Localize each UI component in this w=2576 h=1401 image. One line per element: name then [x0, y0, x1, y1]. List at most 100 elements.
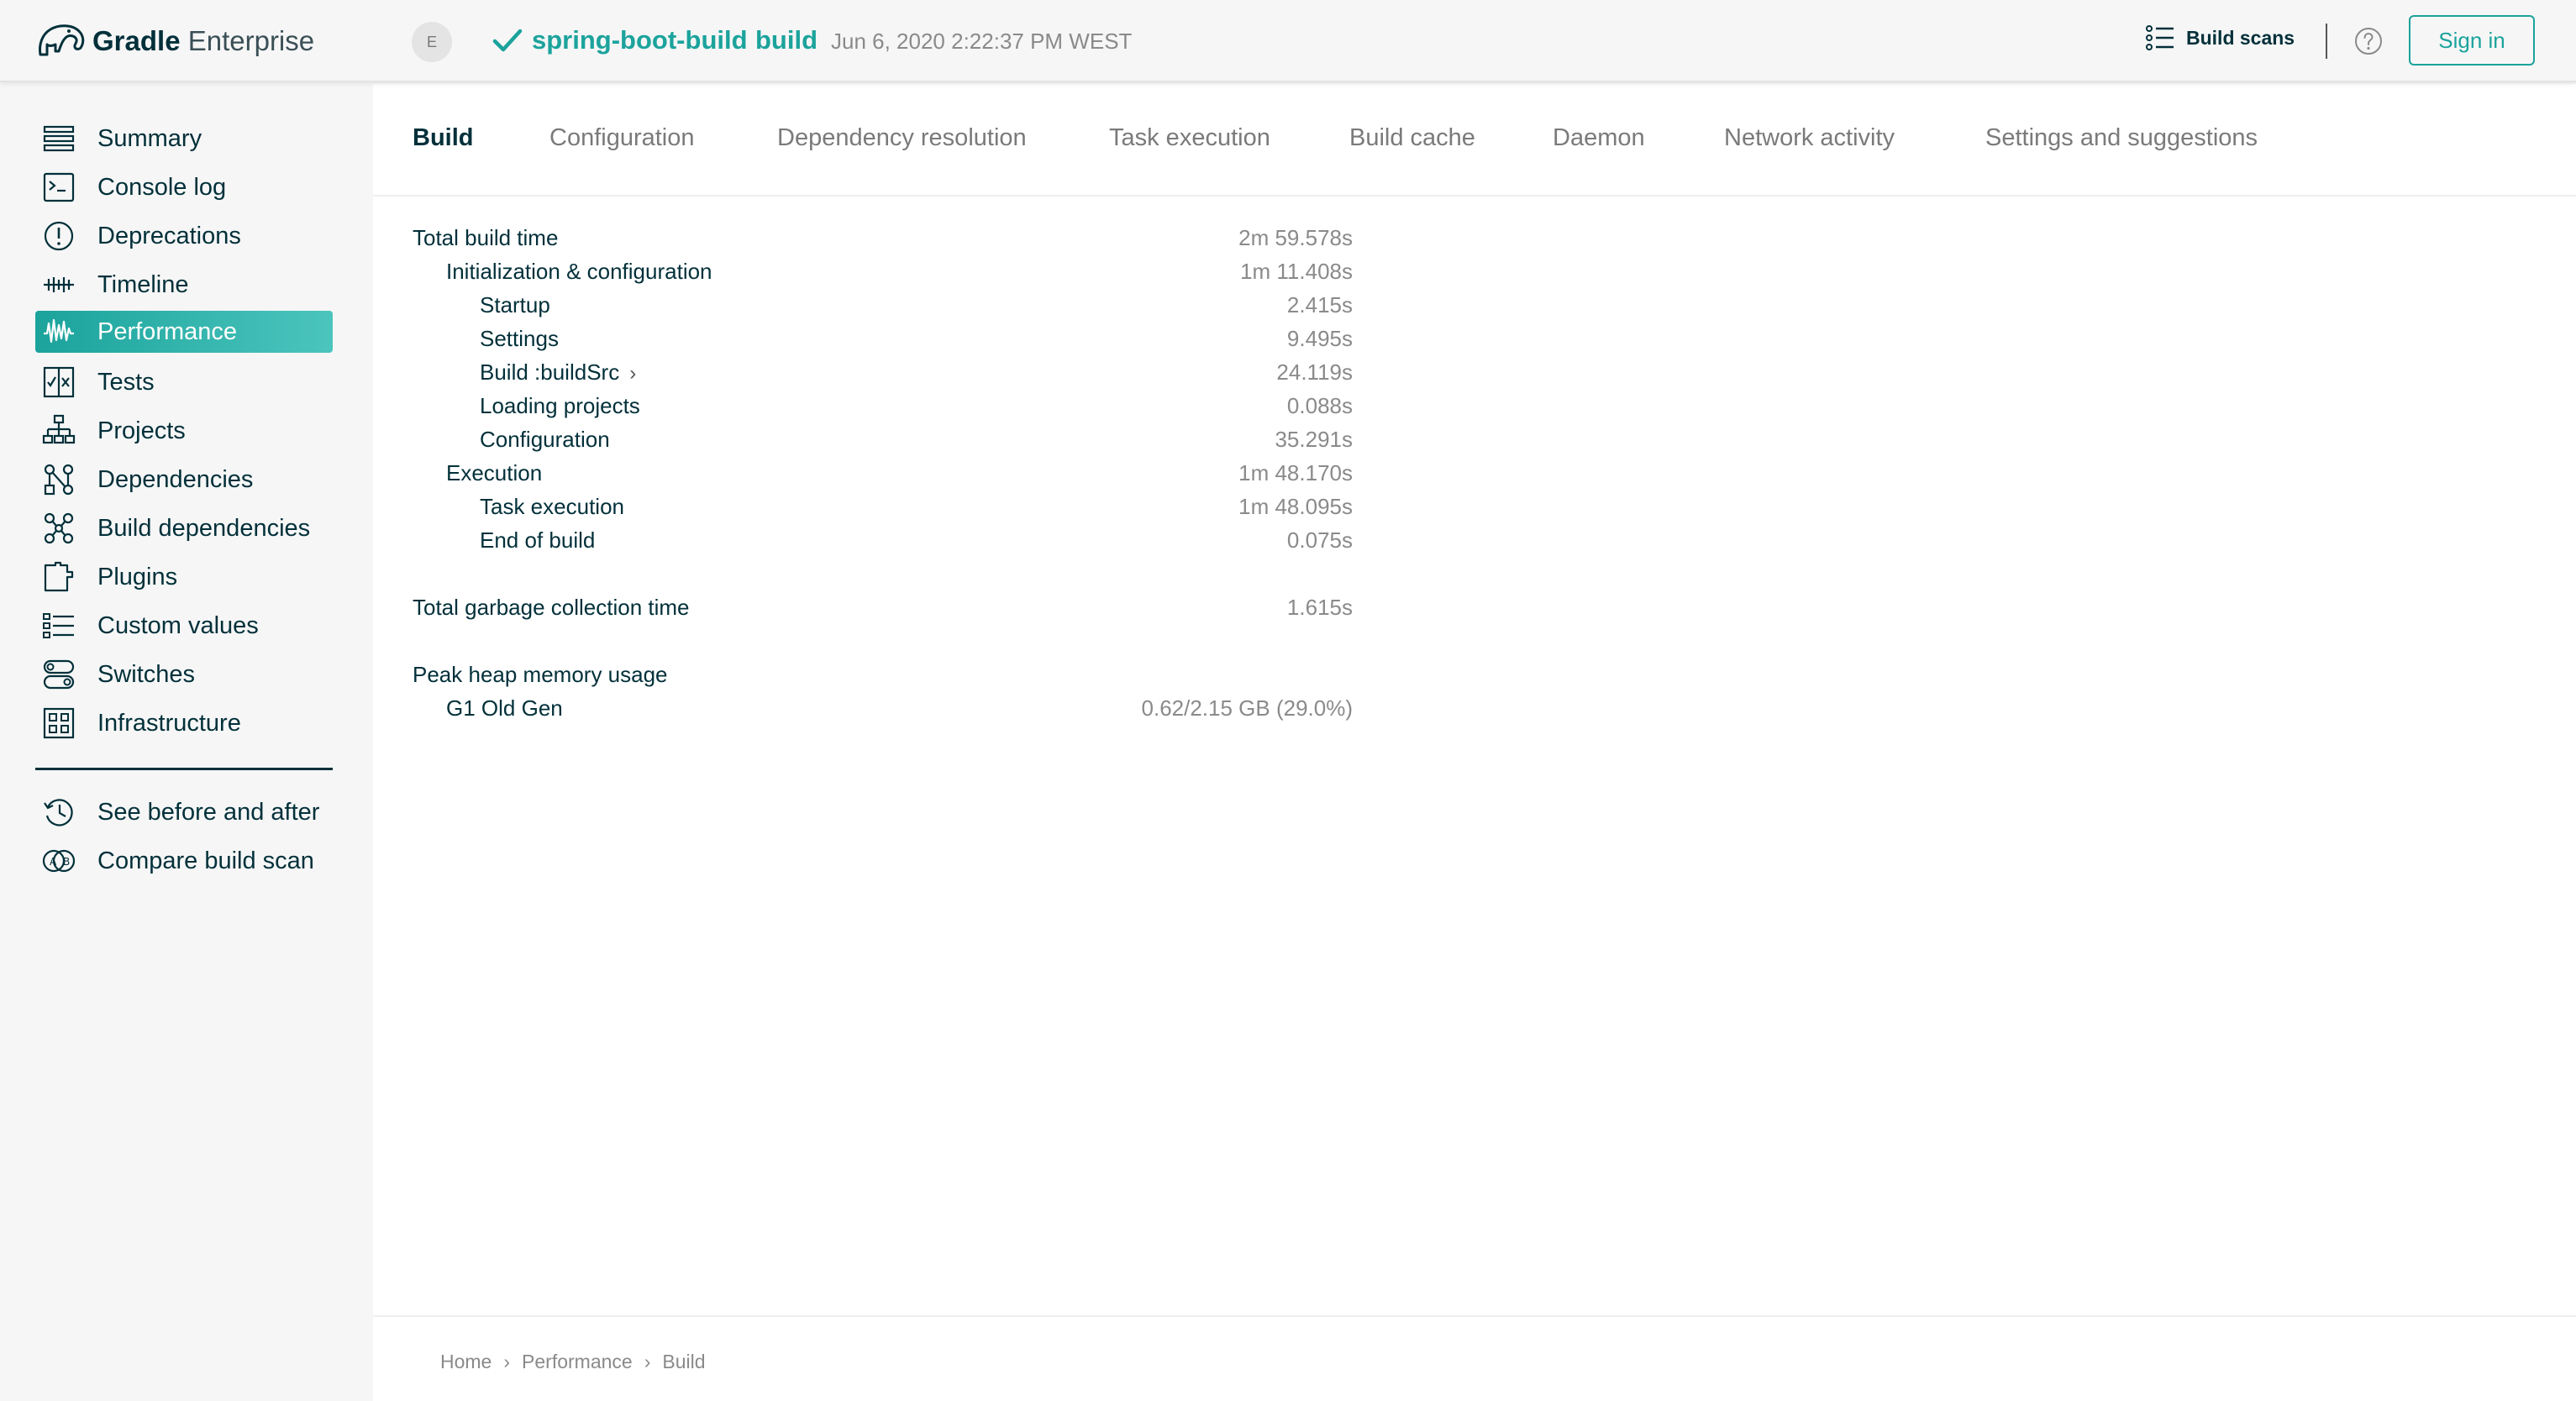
chevron-right-icon: ›: [629, 362, 637, 385]
sign-in-button[interactable]: Sign in: [2409, 15, 2535, 66]
metric-label-total-build-time: Total build time: [413, 225, 559, 250]
build-scans-label: Build scans: [2186, 26, 2295, 49]
sidebar-item-label: Summary: [97, 124, 202, 152]
tab-network-activity[interactable]: Network activity: [1724, 124, 1895, 152]
breadcrumb-separator: ›: [503, 1351, 511, 1372]
top-header: Gradle Enterprise E spring-boot-build bu…: [0, 0, 2576, 82]
metric-value-g1-old-gen: 0.62/2.15 GB (29.0%): [1141, 695, 1353, 721]
metric-value-total-build-time: 2m 59.578s: [1238, 225, 1353, 250]
list-icon: [2146, 25, 2174, 50]
sidebar-item-label: See before and after: [97, 798, 320, 826]
tab-build-cache[interactable]: Build cache: [1349, 124, 1475, 152]
projects-icon: [42, 414, 84, 448]
metric-value-gc-time: 1.615s: [1286, 595, 1353, 620]
logo-brand: Gradle: [92, 25, 181, 56]
sidebar-item-label: Projects: [97, 417, 186, 444]
sidebar-item-label: Console log: [97, 173, 227, 201]
sidebar-item-see-before-and-after[interactable]: See before and after: [35, 791, 333, 833]
metric-value-end-of-build: 0.075s: [1286, 527, 1353, 553]
sidebar-item-timeline[interactable]: Timeline: [35, 264, 333, 306]
build-scans-link[interactable]: Build scans: [2146, 25, 2295, 50]
sidebar-item-label: Dependencies: [97, 465, 254, 493]
sidebar-item-dependencies[interactable]: Dependencies: [35, 459, 333, 501]
help-icon[interactable]: [2354, 27, 2383, 55]
sidebar-item-label: Custom values: [97, 611, 259, 639]
metric-value-build-src: 24.119s: [1276, 359, 1353, 385]
sidebar-item-switches[interactable]: Switches: [35, 653, 333, 695]
switches-icon: [42, 658, 84, 691]
build-dependencies-icon: [42, 512, 84, 545]
sidebar-item-custom-values[interactable]: Custom values: [35, 605, 333, 647]
metric-label-g1-old-gen: G1 Old Gen: [446, 695, 563, 721]
metric-value-startup: 2.415s: [1286, 292, 1353, 317]
sidebar-divider: [35, 768, 333, 770]
user-avatar[interactable]: E: [412, 22, 452, 62]
sidebar-item-label: Build dependencies: [97, 514, 311, 542]
main-content: Build Configuration Dependency resolutio…: [373, 84, 2576, 1401]
sidebar-item-build-dependencies[interactable]: Build dependencies: [35, 507, 333, 549]
metric-label-build-src: Build :buildSrc: [480, 359, 620, 385]
sidebar: Summary Console log Deprecations Timelin…: [0, 84, 373, 1401]
project-name: spring-boot-build: [532, 25, 748, 55]
sidebar-item-label: Switches: [97, 660, 196, 688]
tab-settings-and-suggestions[interactable]: Settings and suggestions: [1985, 124, 2258, 152]
metric-value-execution: 1m 48.170s: [1238, 460, 1353, 485]
breadcrumb: Home › Performance › Build: [440, 1351, 706, 1373]
sidebar-item-infrastructure[interactable]: Infrastructure: [35, 702, 333, 744]
build-src-link[interactable]: Build :buildSrc ›: [480, 359, 636, 386]
custom-values-icon: [42, 609, 84, 643]
sidebar-item-performance[interactable]: Performance: [35, 311, 333, 353]
breadcrumb-performance[interactable]: Performance: [522, 1351, 633, 1372]
performance-icon: [42, 315, 84, 349]
sidebar-item-label: Tests: [97, 368, 155, 396]
tab-daemon[interactable]: Daemon: [1553, 124, 1645, 152]
infrastructure-icon: [42, 706, 84, 740]
sidebar-item-tests[interactable]: Tests: [35, 361, 333, 403]
metric-label-settings: Settings: [480, 326, 559, 351]
sidebar-item-label: Performance: [97, 317, 238, 345]
tab-bar: Build Configuration Dependency resolutio…: [373, 84, 2576, 197]
gradle-elephant-icon: [39, 24, 85, 56]
deprecations-icon: [42, 219, 84, 253]
metric-label-startup: Startup: [480, 292, 550, 317]
metric-value-loading-projects: 0.088s: [1286, 393, 1353, 418]
tab-dependency-resolution[interactable]: Dependency resolution: [777, 124, 1027, 152]
sidebar-item-compare-build-scan[interactable]: AB Compare build scan: [35, 840, 333, 882]
sidebar-item-plugins[interactable]: Plugins: [35, 556, 333, 598]
tests-icon: [42, 365, 84, 399]
history-icon: [42, 795, 84, 829]
task-name: build: [755, 25, 818, 55]
build-date: Jun 6, 2020 2:22:37 PM WEST: [831, 29, 1133, 54]
breadcrumb-separator: ›: [644, 1351, 651, 1372]
metric-label-task-execution: Task execution: [480, 494, 624, 519]
sidebar-item-deprecations[interactable]: Deprecations: [35, 215, 333, 257]
console-icon: [42, 171, 84, 204]
timeline-icon: [42, 268, 84, 302]
sidebar-item-label: Compare build scan: [97, 847, 314, 874]
breadcrumb-build: Build: [662, 1351, 706, 1372]
sidebar-item-summary[interactable]: Summary: [35, 118, 333, 160]
logo-product: Enterprise: [187, 25, 315, 56]
plugins-icon: [42, 560, 84, 594]
compare-icon: AB: [42, 844, 84, 878]
metric-label-peak-heap: Peak heap memory usage: [413, 662, 668, 687]
metric-label-execution: Execution: [446, 460, 543, 485]
dependencies-icon: [42, 463, 84, 496]
metric-label-init-config: Initialization & configuration: [446, 259, 712, 284]
breadcrumb-home[interactable]: Home: [440, 1351, 492, 1372]
sidebar-item-console-log[interactable]: Console log: [35, 166, 333, 208]
tab-task-execution[interactable]: Task execution: [1109, 124, 1270, 152]
tab-configuration[interactable]: Configuration: [549, 124, 695, 152]
svg-text:B: B: [63, 856, 70, 868]
page-footer: Home › Performance › Build: [373, 1315, 2576, 1401]
metric-value-task-execution: 1m 48.095s: [1238, 494, 1353, 519]
sidebar-item-label: Infrastructure: [97, 709, 241, 737]
metric-label-configuration: Configuration: [480, 427, 610, 452]
metric-label-end-of-build: End of build: [480, 527, 596, 553]
sidebar-item-label: Plugins: [97, 563, 178, 590]
metric-value-settings: 9.495s: [1286, 326, 1353, 351]
sidebar-item-projects[interactable]: Projects: [35, 410, 333, 452]
metric-value-configuration: 35.291s: [1275, 427, 1353, 452]
gradle-logo[interactable]: Gradle Enterprise: [35, 18, 314, 64]
tab-build[interactable]: Build: [413, 124, 474, 152]
